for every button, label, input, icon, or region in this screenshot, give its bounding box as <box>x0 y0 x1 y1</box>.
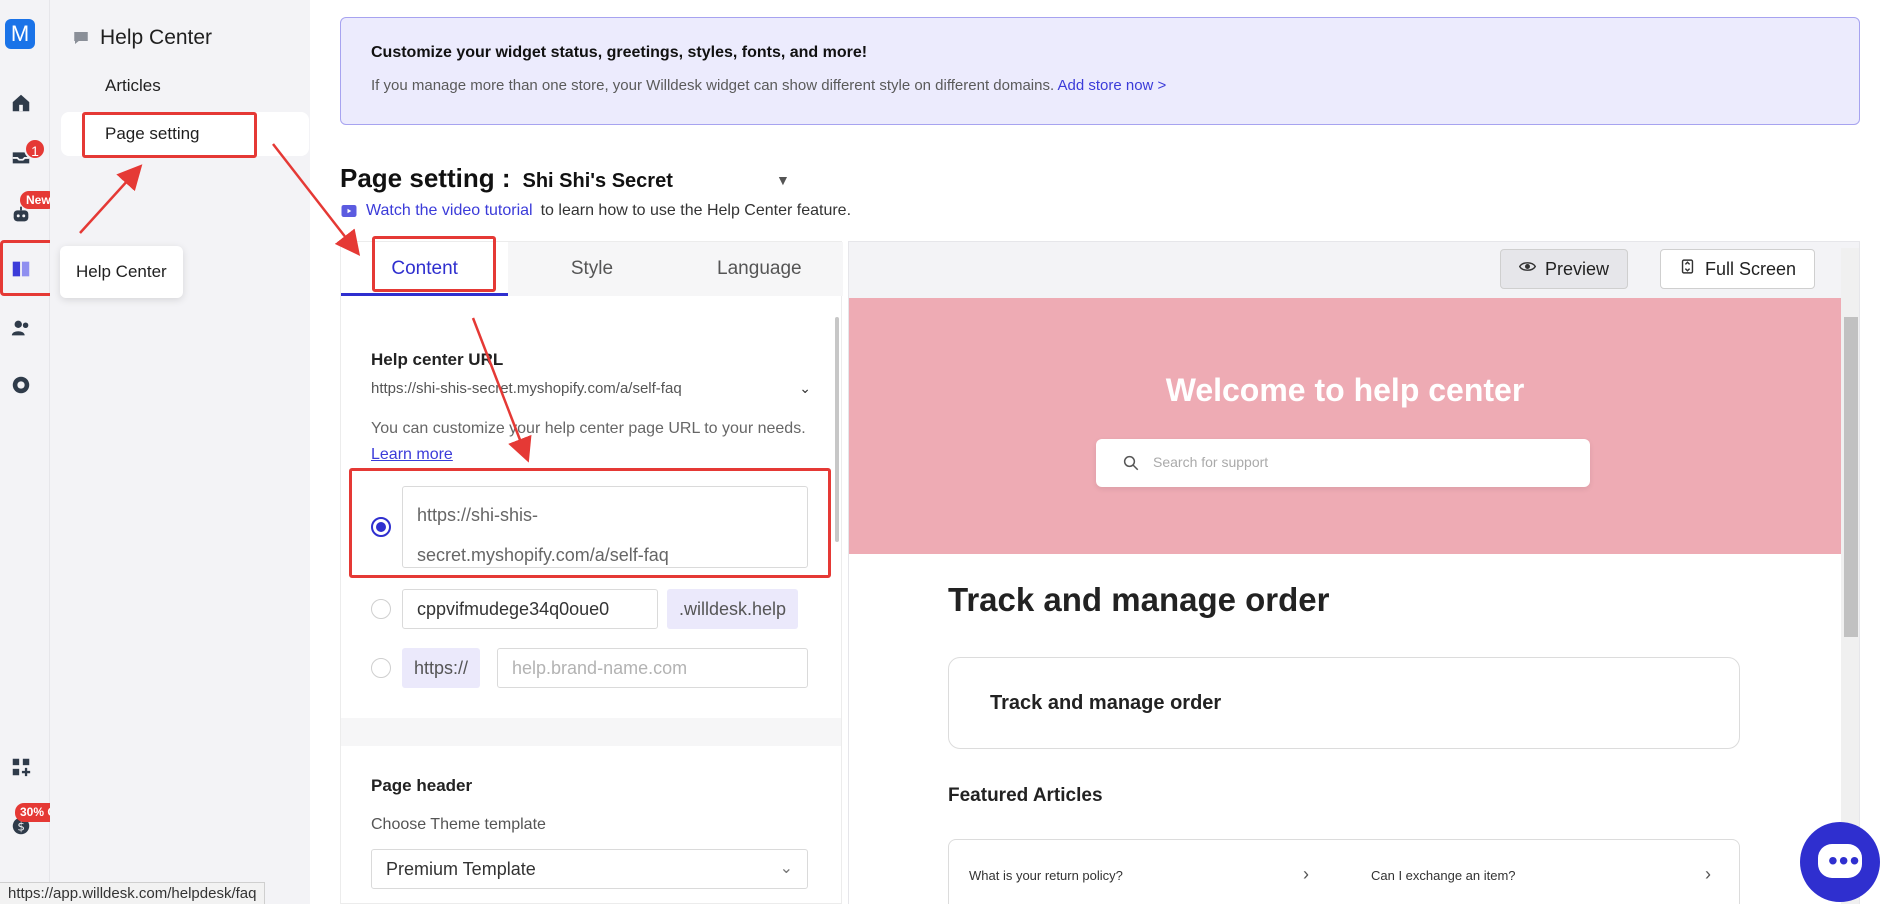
url-help-text: You can customize your help center page … <box>371 420 806 463</box>
add-store-link[interactable]: Add store now > <box>1058 77 1167 94</box>
users-icon[interactable] <box>10 317 32 339</box>
video-icon <box>340 202 358 220</box>
icon-rail: M 1 New $ 30% OFF <box>0 0 77 904</box>
subnav-item-articles[interactable]: Articles <box>105 76 161 96</box>
chevron-right-icon[interactable]: › <box>1303 864 1309 885</box>
page-title: Page setting : Shi Shi's Secret <box>340 163 673 193</box>
customize-banner: Customize your widget status, greetings,… <box>340 17 1860 125</box>
inbox-badge: 1 <box>24 138 46 160</box>
caret-down-icon[interactable]: ▼ <box>776 172 790 188</box>
video-tutorial-link[interactable]: Watch the video tutorial <box>366 202 533 220</box>
apps-icon[interactable] <box>10 756 32 778</box>
tutorial-line: Watch the video tutorial to learn how to… <box>340 202 851 220</box>
tab-language[interactable]: Language <box>676 242 843 296</box>
preview-body: Track and manage order Track and manage … <box>849 554 1841 904</box>
willdesk-suffix: .willdesk.help <box>667 589 799 629</box>
store-select[interactable]: Shi Shi's Secret <box>522 170 672 193</box>
url-field-highlight <box>349 468 831 578</box>
category-card[interactable]: Track and manage order <box>948 657 1740 749</box>
page-header-title: Page header <box>371 776 473 795</box>
featured-articles-heading: Featured Articles <box>948 785 1103 806</box>
article-link[interactable]: What is your return policy? <box>969 868 1123 883</box>
category-heading: Track and manage order <box>948 581 1330 618</box>
chevron-right-icon[interactable]: › <box>1705 864 1711 885</box>
ellipsis-icon: ••• <box>1828 845 1861 876</box>
full-screen-button[interactable]: Full Screen <box>1660 249 1816 289</box>
article-link[interactable]: Can I exchange an item? <box>1371 868 1516 883</box>
home-icon[interactable] <box>10 92 32 114</box>
help-center-url-title: Help center URL <box>371 350 504 369</box>
banner-description: If you manage more than one store, your … <box>371 77 1167 94</box>
fullscreen-icon <box>1679 250 1696 288</box>
preview-button[interactable]: Preview <box>1500 249 1629 289</box>
search-icon <box>1122 454 1140 472</box>
chat-bubble-icon <box>72 29 90 47</box>
preview-panel: Preview Full Screen Welcome to help cent… <box>848 241 1860 904</box>
preview-search[interactable]: Search for support <box>1096 439 1590 487</box>
chevron-down-icon: ⌄ <box>779 860 793 877</box>
theme-template-label: Choose Theme template <box>371 816 546 833</box>
eye-icon <box>1518 250 1537 288</box>
content-tab-highlight <box>372 236 496 292</box>
search-placeholder: Search for support <box>1153 454 1269 470</box>
browser-status-url: https://app.willdesk.com/helpdesk/faq <box>0 882 266 904</box>
learn-more-link[interactable]: Learn more <box>371 446 453 463</box>
panel-scrollbar[interactable] <box>835 317 839 542</box>
banner-title: Customize your widget status, greetings,… <box>371 44 868 61</box>
https-prefix: https:// <box>402 648 481 688</box>
url-option-custom-radio[interactable] <box>371 658 391 678</box>
section-divider <box>341 718 841 746</box>
integrations-icon[interactable] <box>10 374 32 396</box>
subnav-title: Help Center <box>100 26 213 49</box>
tab-style[interactable]: Style <box>508 242 675 296</box>
settings-panel: Content Style Language Help center URL h… <box>340 236 843 904</box>
help-center-tooltip: Help Center <box>60 246 183 298</box>
current-url-dropdown[interactable]: https://shi-shis-secret.myshopify.com/a/… <box>371 380 811 397</box>
featured-articles-list: What is your return policy? › Can I exch… <box>948 839 1740 904</box>
preview-scroll-thumb[interactable] <box>1844 317 1858 637</box>
theme-template-select[interactable]: Premium Template ⌄ <box>371 849 808 889</box>
subdomain-input[interactable]: cppvifmudege34q0oue0 <box>402 589 658 629</box>
chat-launcher[interactable]: ••• <box>1800 822 1880 902</box>
chevron-down-icon[interactable]: ⌄ <box>799 380 811 397</box>
subnav-header: Help Center <box>72 26 212 50</box>
page-setting-highlight <box>82 112 257 158</box>
help-center-nav-highlight <box>0 240 56 296</box>
app-logo[interactable]: M <box>5 19 35 49</box>
preview-hero: Welcome to help center Search for suppor… <box>849 298 1841 554</box>
welcome-heading: Welcome to help center <box>1165 372 1525 408</box>
url-option-willdesk-radio[interactable] <box>371 599 391 619</box>
custom-domain-input[interactable]: help.brand-name.com <box>497 648 808 688</box>
